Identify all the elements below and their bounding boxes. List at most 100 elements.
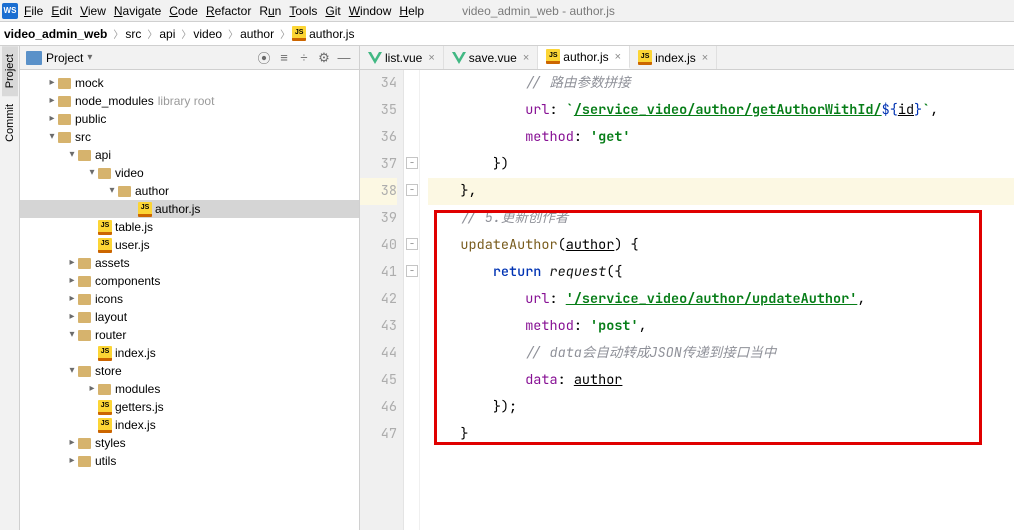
left-toolbar: Project Commit (0, 46, 20, 530)
tree-layout[interactable]: ▸layout (20, 308, 359, 326)
commit-tool-tab[interactable]: Commit (2, 96, 18, 150)
tree-src[interactable]: ▾src (20, 128, 359, 146)
code-line[interactable]: }) (428, 151, 1014, 178)
project-tool-tab[interactable]: Project (2, 46, 18, 96)
close-icon[interactable]: × (702, 52, 708, 64)
code-lines[interactable]: // 路由参数拼接 url: `/service_video/author/ge… (420, 70, 1014, 530)
tree-components[interactable]: ▸components (20, 272, 359, 290)
tree-utils[interactable]: ▸utils (20, 452, 359, 470)
vue-icon (452, 52, 466, 64)
webstorm-icon: WS (2, 3, 18, 19)
fold-mark-icon[interactable]: − (406, 157, 418, 169)
code-line[interactable]: method: 'get' (428, 124, 1014, 151)
folder-icon (78, 312, 91, 323)
code-line[interactable]: // 路由参数拼接 (428, 70, 1014, 97)
menu-file[interactable]: FFileile (24, 4, 43, 18)
code-line[interactable]: }); (428, 394, 1014, 421)
menu-window[interactable]: Window (349, 4, 392, 18)
window-title: video_admin_web - author.js (462, 4, 615, 18)
folder-icon (118, 186, 131, 197)
menu-code[interactable]: Code (169, 4, 198, 18)
code-line[interactable]: method: 'post', (428, 313, 1014, 340)
menu-help[interactable]: Help (399, 4, 424, 18)
close-icon[interactable]: × (428, 52, 434, 64)
vue-icon (368, 52, 382, 64)
tree-public[interactable]: ▸public (20, 110, 359, 128)
tree-author-js[interactable]: JSauthor.js (20, 200, 359, 218)
code-line[interactable]: data: author (428, 367, 1014, 394)
fold-column[interactable]: − − − − (404, 70, 420, 530)
tree-video[interactable]: ▾video (20, 164, 359, 182)
code-line[interactable]: updateAuthor(author) { (428, 232, 1014, 259)
crumb-video[interactable]: video (193, 27, 222, 41)
menu-git[interactable]: Git (325, 4, 340, 18)
js-icon: JS (138, 202, 152, 217)
js-icon: JS (638, 50, 652, 65)
project-panel-dropdown[interactable]: ▾ (87, 52, 92, 63)
tree-getters-js[interactable]: JSgetters.js (20, 398, 359, 416)
menu-bar: WS FFileile Edit View Navigate Code Refa… (0, 0, 1014, 22)
menu-tools[interactable]: Tools (289, 4, 317, 18)
chevron-right-icon: 〉 (147, 26, 157, 41)
menu-view[interactable]: View (80, 4, 106, 18)
tab-save-vue[interactable]: save.vue× (444, 46, 538, 69)
close-icon[interactable]: × (615, 51, 621, 63)
folder-icon (58, 96, 71, 107)
js-icon: JS (98, 418, 112, 433)
tree-store[interactable]: ▾store (20, 362, 359, 380)
tree-assets[interactable]: ▸assets (20, 254, 359, 272)
code-line[interactable]: // 5.更新创作者 (428, 205, 1014, 232)
collapse-icon[interactable]: ÷ (295, 49, 313, 67)
menu-refactor[interactable]: Refactor (206, 4, 251, 18)
code-editor[interactable]: 34 35 36 37 38 39 40 41 42 43 44 45 46 4… (360, 70, 1014, 530)
tree-store-index[interactable]: JSindex.js (20, 416, 359, 434)
select-opened-icon[interactable]: ⦿ (255, 49, 273, 67)
expand-all-icon[interactable]: ≡ (275, 49, 293, 67)
tab-author-js[interactable]: JSauthor.js× (538, 46, 630, 69)
menu-run[interactable]: Run (259, 4, 281, 18)
crumb-author[interactable]: author (240, 27, 274, 41)
tree-table-js[interactable]: JStable.js (20, 218, 359, 236)
crumb-api[interactable]: api (159, 27, 175, 41)
project-tree[interactable]: ▸mock ▸node_moduleslibrary root ▸public … (20, 70, 359, 530)
crumb-file[interactable]: JSauthor.js (292, 26, 354, 41)
close-icon[interactable]: × (523, 52, 529, 64)
fold-mark-icon[interactable]: − (406, 238, 418, 250)
gear-icon[interactable]: ⚙ (315, 49, 333, 67)
main-area: Project Commit Project ▾ ⦿ ≡ ÷ ⚙ — ▸mock… (0, 46, 1014, 530)
tree-mock[interactable]: ▸mock (20, 74, 359, 92)
fold-mark-icon[interactable]: − (406, 184, 418, 196)
code-line[interactable]: // data会自动转成JSON传递到接口当中 (428, 340, 1014, 367)
crumb-src[interactable]: src (125, 27, 141, 41)
chevron-right-icon: 〉 (113, 26, 123, 41)
code-line[interactable]: }, (428, 178, 1014, 205)
folder-icon (78, 294, 91, 305)
menu-navigate[interactable]: Navigate (114, 4, 161, 18)
tree-router[interactable]: ▾router (20, 326, 359, 344)
code-line[interactable]: } (428, 421, 1014, 448)
crumb-root[interactable]: video_admin_web (4, 27, 107, 41)
tree-node-modules[interactable]: ▸node_moduleslibrary root (20, 92, 359, 110)
code-line[interactable]: url: `/service_video/author/getAuthorWit… (428, 97, 1014, 124)
code-line[interactable]: return request({ (428, 259, 1014, 286)
folder-icon (78, 438, 91, 449)
tree-icons[interactable]: ▸icons (20, 290, 359, 308)
chevron-right-icon: 〉 (228, 26, 238, 41)
tab-list-vue[interactable]: list.vue× (360, 46, 444, 69)
folder-icon (98, 384, 111, 395)
code-line[interactable]: url: '/service_video/author/updateAuthor… (428, 286, 1014, 313)
folder-icon (78, 330, 91, 341)
tree-router-index[interactable]: JSindex.js (20, 344, 359, 362)
menu-edit[interactable]: Edit (51, 4, 72, 18)
tree-styles[interactable]: ▸styles (20, 434, 359, 452)
fold-mark-icon[interactable]: − (406, 265, 418, 277)
tab-index-js[interactable]: JSindex.js× (630, 46, 717, 69)
tree-api[interactable]: ▾api (20, 146, 359, 164)
folder-icon (98, 168, 111, 179)
folder-icon (78, 366, 91, 377)
project-panel: Project ▾ ⦿ ≡ ÷ ⚙ — ▸mock ▸node_modulesl… (20, 46, 360, 530)
tree-user-js[interactable]: JSuser.js (20, 236, 359, 254)
hide-icon[interactable]: — (335, 49, 353, 67)
tree-author-folder[interactable]: ▾author (20, 182, 359, 200)
tree-store-modules[interactable]: ▸modules (20, 380, 359, 398)
